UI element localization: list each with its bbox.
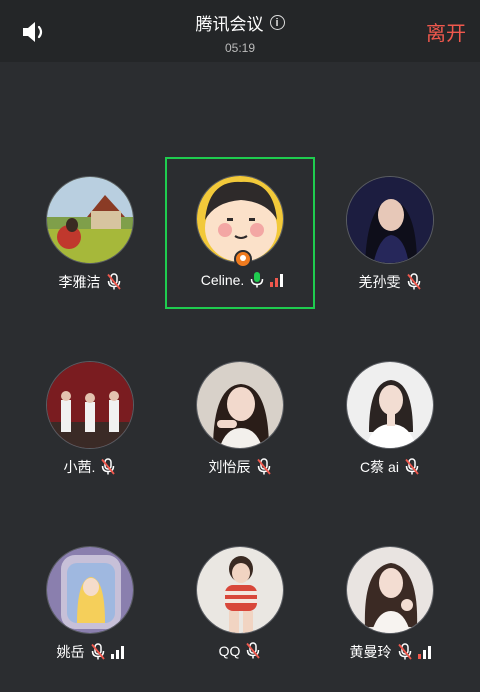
participant-name: C蔡 ai [360,459,399,475]
avatar [196,546,284,634]
participant-tile[interactable]: 姚岳 [15,528,165,680]
participant-name-row: 羌孙雯 [315,272,465,292]
avatar [46,176,134,264]
meeting-timer: 05:19 [224,41,256,55]
participant-name-row: QQ [165,642,315,660]
mic-muted-icon [246,642,261,659]
mic-muted-icon [405,458,419,475]
participant-tile[interactable]: 小茜. [15,343,165,495]
signal-strength-icon [417,645,431,659]
participant-tile[interactable]: 黄曼玲 [315,528,465,680]
participant-name: 小茜. [63,459,96,475]
participant-name-row: 刘怡辰 [165,457,315,477]
participant-tile[interactable]: 李雅洁 [15,158,165,310]
mic-muted-icon [406,273,421,290]
mic-muted-icon [90,643,105,660]
meeting-title[interactable]: 腾讯会议 i [196,10,285,35]
participant-tile-active-speaker[interactable]: Celine. [165,157,315,309]
participant-name: QQ [218,643,241,659]
participant-name-row: 小茜. [15,457,165,477]
mic-muted-icon [397,643,412,660]
avatar [346,361,434,449]
signal-strength-icon [270,273,284,287]
participant-name: 羌孙雯 [358,274,401,290]
info-icon[interactable]: i [269,15,285,30]
participant-tile[interactable]: QQ [165,528,315,680]
avatar [346,176,434,264]
participant-name-row: 姚岳 [15,642,165,662]
mic-muted-icon [256,458,271,475]
mic-muted-icon [101,458,116,475]
avatar [346,546,434,634]
participant-tile[interactable]: 羌孙雯 [315,158,465,310]
leave-button[interactable]: 离开 [426,17,466,46]
avatar [46,361,134,449]
meeting-header: 腾讯会议 i 05:19 离开 [0,0,480,62]
participant-tile[interactable]: 刘怡辰 [165,343,315,495]
participant-name-row: 黄曼玲 [315,642,465,662]
participant-name: 李雅洁 [58,274,101,290]
signal-strength-icon [110,645,124,659]
participant-tile[interactable]: C蔡 ai [315,343,465,495]
meeting-title-text: 腾讯会议 [195,15,264,34]
title-block: 腾讯会议 i 05:19 [0,10,480,55]
participant-name-row: C蔡 ai [315,457,465,477]
avatar [196,361,284,449]
participant-name: 刘怡辰 [208,459,251,475]
host-badge-icon [234,250,252,268]
participant-name-row: Celine. [167,271,317,289]
participant-name-row: 李雅洁 [15,272,165,292]
participant-name: 黄曼玲 [349,644,392,660]
mic-on-icon [251,272,264,288]
participant-name: 姚岳 [56,644,85,660]
avatar [46,546,134,634]
participant-name: Celine. [200,272,245,288]
mic-muted-icon [106,273,121,290]
